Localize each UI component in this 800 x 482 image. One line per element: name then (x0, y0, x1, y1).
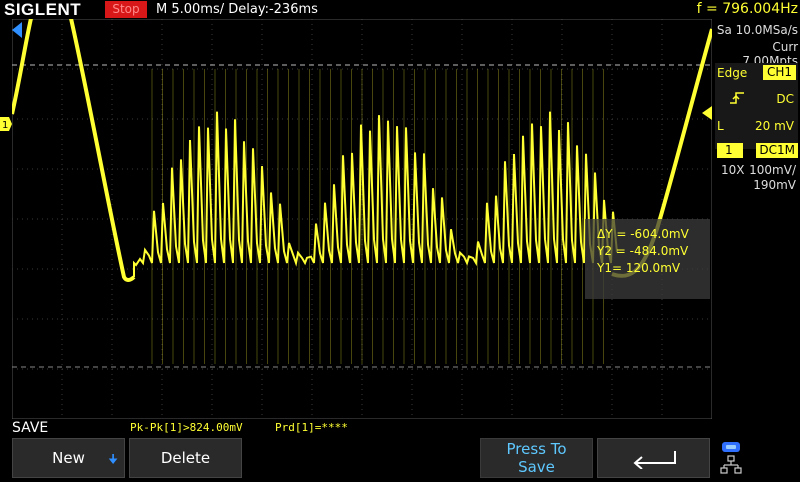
status-icons (714, 438, 800, 478)
network-icon (720, 455, 742, 474)
channel1-panel[interactable]: 1 DC1M 10X 100mV/ 190mV (715, 143, 798, 197)
timebase-readout[interactable]: M 5.00ms/ Delay:-236ms (156, 0, 318, 19)
trigger-level: 20 mV (755, 119, 794, 133)
frequency-counter: f = 796.004Hz (696, 1, 798, 17)
siglent-logo: SIGLENT (4, 0, 82, 19)
press-to-save-button[interactable]: Press To Save (480, 438, 593, 478)
sample-rate: Sa 10.0MSa/s (716, 23, 798, 37)
back-button[interactable] (597, 438, 710, 478)
return-arrow-icon (632, 451, 676, 469)
rising-edge-icon (729, 91, 745, 109)
cursor-delta-y: ΔY = -604.0mV (597, 227, 689, 241)
channel-number: 1 (717, 143, 743, 158)
measurement-pkpk: Pk-Pk[1]>824.00mV (130, 421, 243, 434)
cursor-y1: Y1= 120.0mV (597, 261, 681, 275)
press-to-save-line2: Save (518, 458, 555, 476)
waveform-burst (133, 111, 618, 277)
trigger-level-label: L (717, 119, 724, 133)
cursor-readout: ΔY = -604.0mV Y2 = -484.0mV Y1= 120.0mV (585, 219, 710, 299)
ch1-offset-marker[interactable]: 1 (0, 117, 12, 131)
trigger-coupling: DC (776, 92, 794, 106)
vertical-scale: 100mV/ (749, 163, 796, 177)
new-label: New (52, 449, 85, 467)
arrow-down-icon: 🠋 (108, 452, 118, 466)
svg-text:1: 1 (2, 120, 8, 131)
trigger-source: CH1 (762, 65, 796, 80)
trigger-position-marker[interactable] (12, 22, 24, 38)
menu-title: SAVE (12, 420, 49, 436)
top-status-bar: SIGLENT Stop M 5.00ms/ Delay:-236ms f = … (0, 0, 800, 19)
run-stop-badge[interactable]: Stop (105, 1, 147, 18)
delete-button[interactable]: Delete (129, 438, 242, 478)
channel-coupling: DC1M (756, 143, 798, 158)
vertical-offset: 190mV (753, 178, 796, 192)
trigger-panel[interactable]: Edge CH1 DC L 20 mV (715, 63, 798, 149)
waveform-falling-edge (69, 19, 136, 282)
right-info-panel: Sa 10.0MSa/s Curr 7.00Mpts Edge CH1 DC L… (713, 19, 800, 419)
new-button[interactable]: New 🠋 (12, 438, 125, 478)
probe-attenuation: 10X (721, 163, 745, 177)
delete-label: Delete (160, 449, 211, 467)
cursor-y2: Y2 = -484.0mV (597, 244, 689, 258)
usb-device-icon (722, 442, 740, 452)
measurement-period: Prd[1]=**** (275, 421, 348, 434)
trigger-type: Edge (717, 66, 748, 80)
trigger-level-marker[interactable] (702, 106, 712, 120)
press-to-save-line1: Press To (506, 440, 567, 458)
